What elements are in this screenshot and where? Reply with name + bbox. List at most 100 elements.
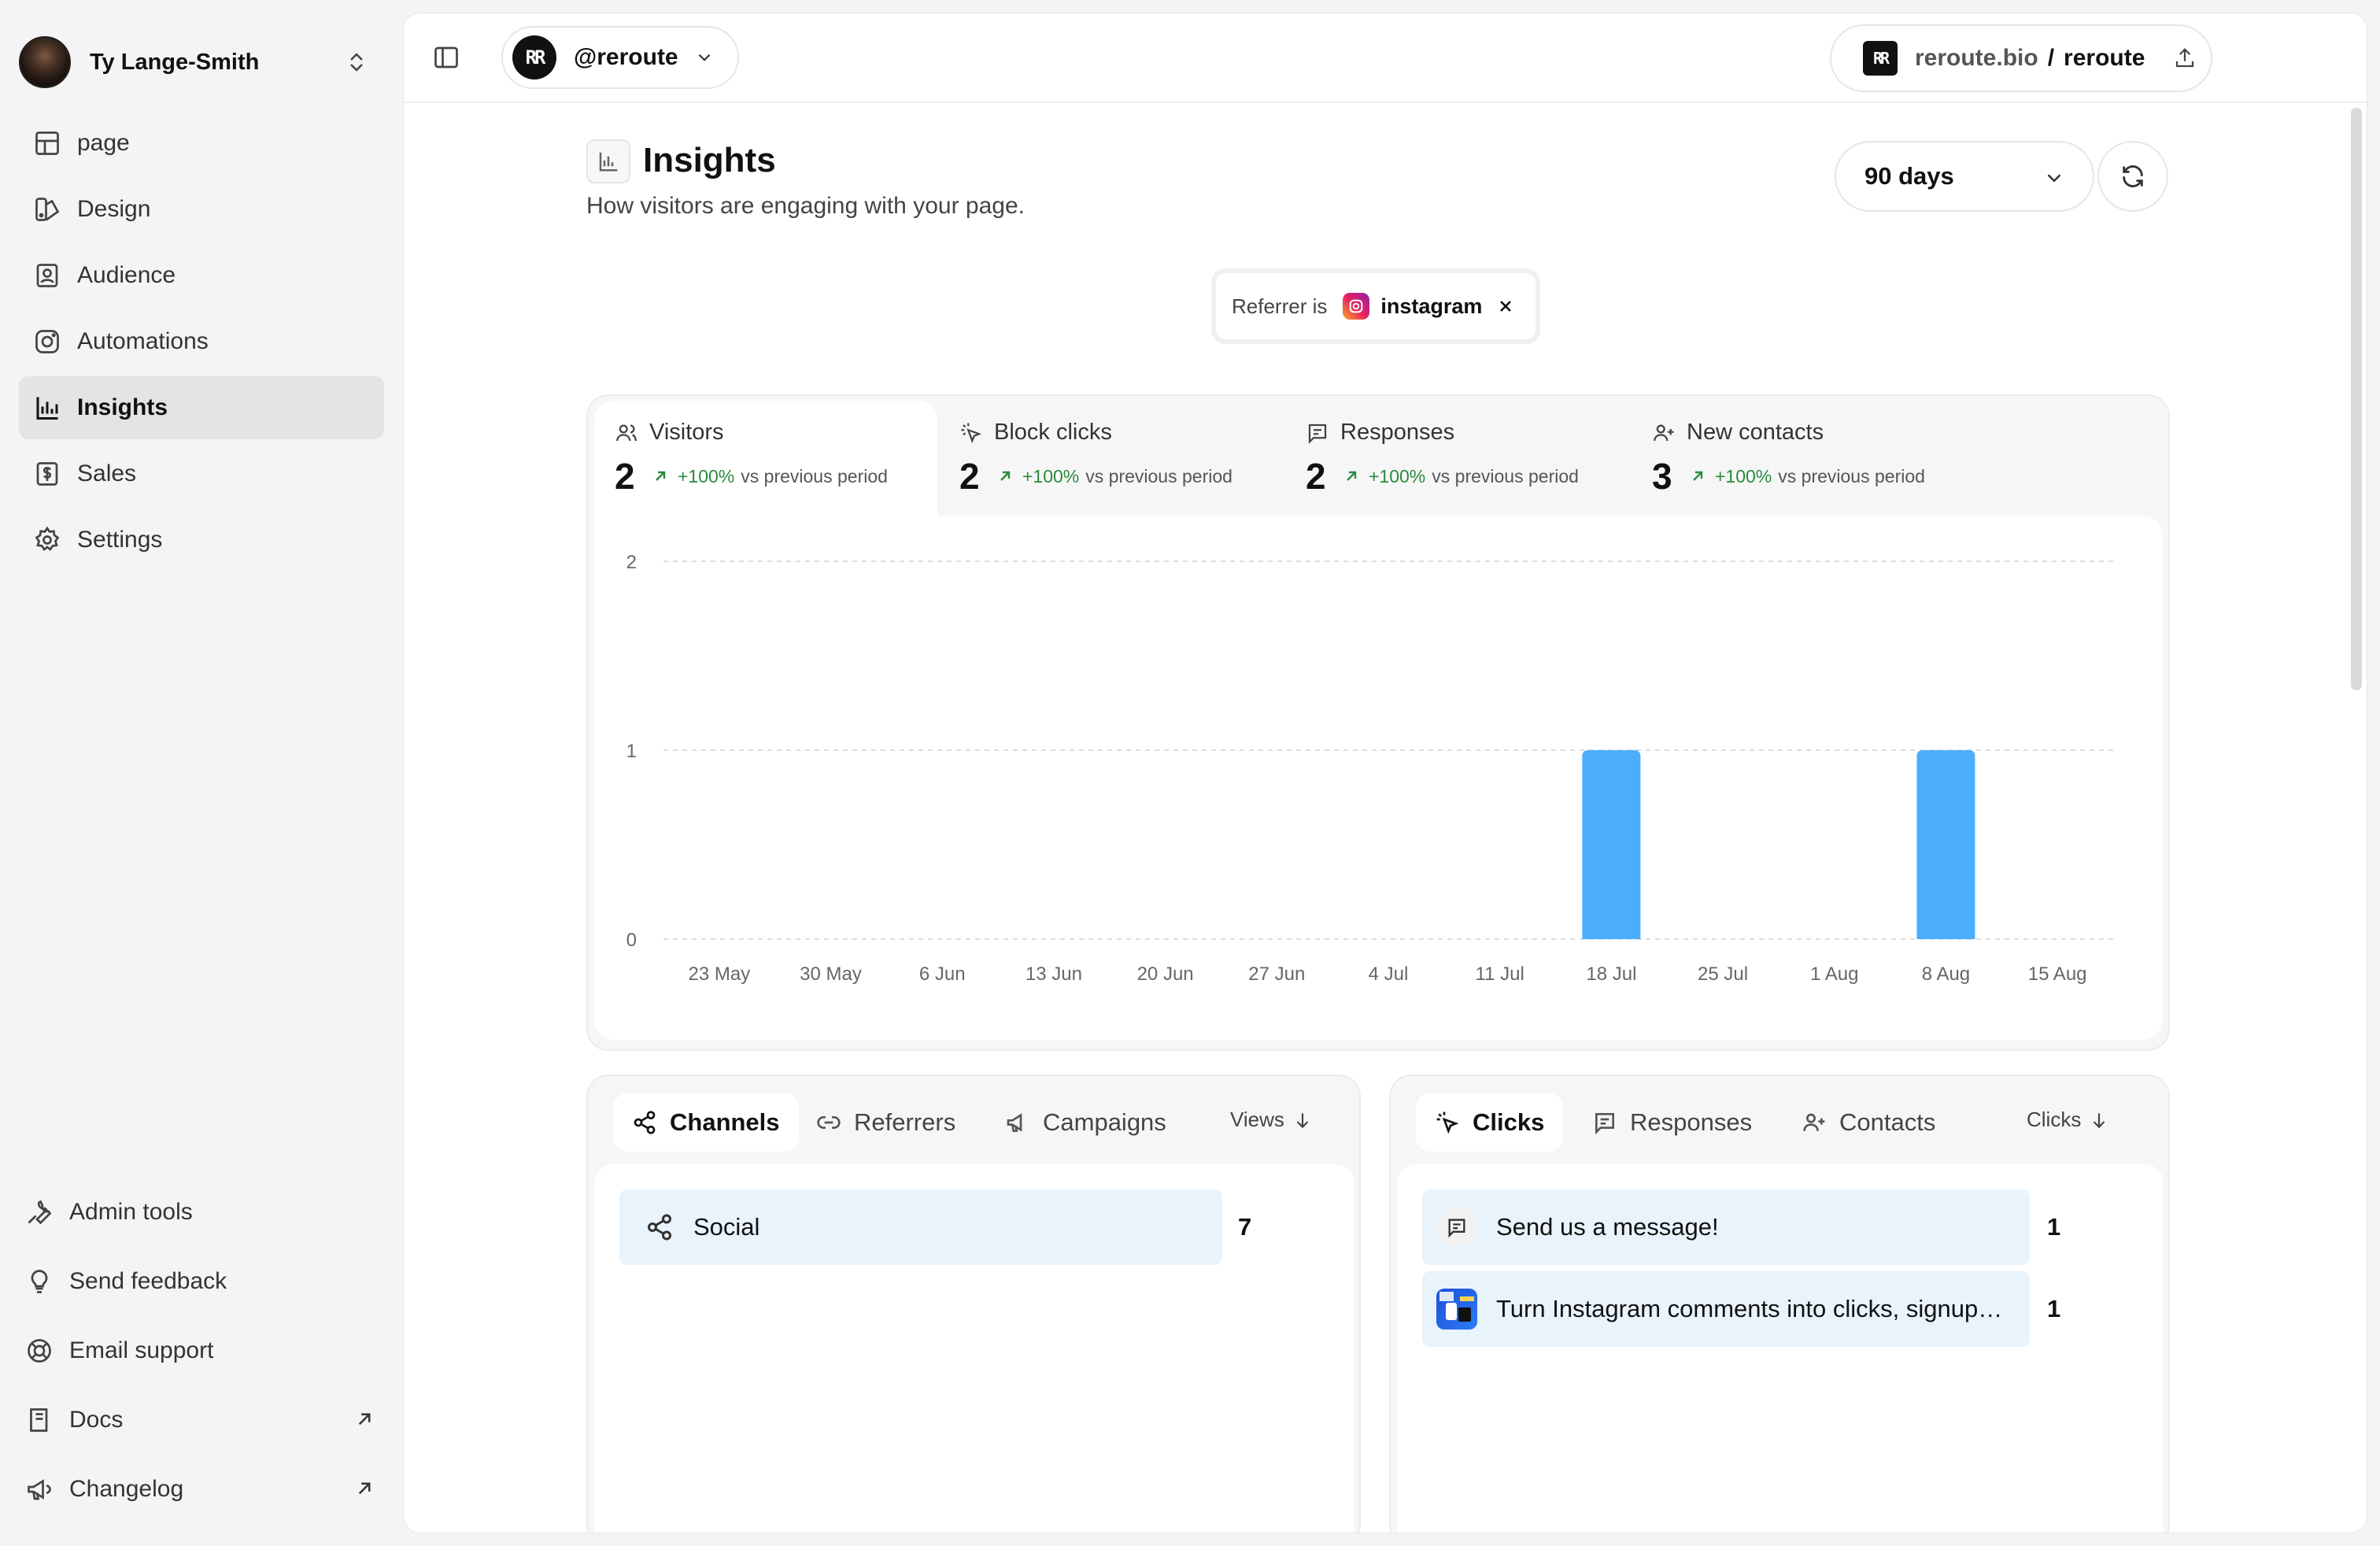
tab-label: Contacts [1839, 1108, 1936, 1136]
page-url-button[interactable]: RR reroute.bio / reroute [1830, 24, 2212, 92]
row-value: 1 [2047, 1295, 2061, 1322]
trend-up-icon [1000, 471, 1011, 481]
list-item[interactable]: Social 7 [619, 1189, 1328, 1265]
filter-label: Referrer is [1232, 294, 1328, 318]
tab-visitors[interactable]: Visitors 2 +100% vs previous period [594, 401, 937, 516]
sidebar-footer: Admin tools Send feedback Email support … [19, 1178, 384, 1524]
list-item[interactable]: Send us a message! 1 [1422, 1189, 2131, 1265]
sidebar-item-page[interactable]: page [19, 112, 384, 175]
sidebar-item-label: page [77, 130, 130, 156]
main-panel: RR @reroute RR reroute.bio / reroute Ins… [403, 13, 2367, 1533]
metric-compare: vs previous period [741, 465, 888, 486]
send-feedback-link[interactable]: Send feedback [19, 1247, 384, 1316]
row-label: Send us a message! [1496, 1213, 1719, 1241]
email-support-link[interactable]: Email support [19, 1316, 384, 1385]
row-value: 7 [1238, 1213, 1252, 1241]
sort-clicks-button[interactable]: Clicks [2027, 1108, 2109, 1132]
page-subtitle: How visitors are engaging with your page… [586, 193, 1025, 219]
refresh-icon [2123, 165, 2143, 187]
external-link-icon [358, 1482, 371, 1495]
referrer-filter-chip[interactable]: Referrer is instagram [1211, 268, 1540, 344]
x-tick-label: 18 Jul [1586, 963, 1636, 985]
tab-clicks[interactable]: Clicks [1416, 1093, 1564, 1152]
users-icon [616, 424, 637, 441]
insights-header-icon [586, 139, 630, 183]
metric-label: New contacts [1687, 420, 1824, 445]
brand-logo-square: RR [1863, 41, 1898, 76]
sidebar-item-label: Sales [77, 460, 137, 486]
user-plus-icon [1654, 424, 1674, 441]
sidebar-item-insights[interactable]: Insights [19, 376, 384, 439]
x-tick-label: 13 Jun [1026, 963, 1082, 985]
changelog-link[interactable]: Changelog [19, 1455, 384, 1524]
sidebar: Ty Lange-Smith page Design Audience Auto… [0, 0, 403, 1546]
metrics-card: Visitors 2 +100% vs previous period Bloc… [586, 394, 2170, 1051]
scrollbar[interactable] [2351, 108, 2362, 690]
metric-delta: +100% [678, 465, 735, 486]
sort-label: Clicks [2027, 1108, 2082, 1131]
megaphone-icon [28, 1479, 51, 1500]
send-feedback-label: Send feedback [69, 1268, 227, 1294]
x-tick-label: 11 Jul [1476, 963, 1524, 985]
metric-compare: vs previous period [1432, 465, 1579, 486]
admin-tools-link[interactable]: Admin tools [19, 1178, 384, 1247]
close-icon[interactable] [1496, 297, 1515, 316]
y-tick-label: 2 [626, 552, 637, 573]
arrow-down-icon [1296, 1112, 1309, 1128]
chevron-down-icon [2047, 174, 2061, 183]
sidebar-item-settings[interactable]: Settings [19, 509, 384, 571]
tab-campaigns[interactable]: Campaigns [986, 1093, 1185, 1152]
tab-label: Responses [1630, 1108, 1753, 1136]
sidebar-item-label: Settings [77, 527, 163, 553]
sidebar-toggle-icon[interactable] [432, 43, 460, 72]
wrench-icon [28, 1200, 52, 1225]
date-range-select[interactable]: 90 days [1835, 141, 2094, 212]
palette-icon [35, 198, 60, 221]
x-tick-label: 8 Aug [1922, 963, 1970, 985]
x-tick-label: 6 Jun [919, 963, 966, 985]
x-tick-label: 27 Jun [1248, 963, 1305, 985]
bar-chart-icon [36, 397, 58, 420]
tab-label: Referrers [854, 1108, 956, 1136]
click-icon [1436, 1111, 1459, 1134]
app-root: Ty Lange-Smith page Design Audience Auto… [0, 0, 2380, 1546]
account-switcher[interactable]: RR @reroute [501, 26, 739, 89]
date-range-value: 90 days [1864, 162, 1954, 190]
x-tick-label: 23 May [688, 963, 750, 985]
list-item[interactable]: Turn Instagram comments into clicks, sig… [1422, 1271, 2131, 1347]
metric-label: Visitors [649, 420, 724, 445]
tab-new-contacts[interactable]: New contacts 3 +100% vs previous period [1632, 401, 1978, 516]
x-tick-label: 1 Aug [1810, 963, 1858, 985]
sort-views-button[interactable]: Views [1230, 1108, 1313, 1132]
tab-channels[interactable]: Channels [613, 1093, 799, 1152]
external-link-icon [358, 1413, 371, 1426]
docs-link[interactable]: Docs [19, 1385, 384, 1455]
sidebar-item-sales[interactable]: Sales [19, 442, 384, 505]
trend-up-icon [1347, 471, 1357, 481]
lifebuoy-icon [28, 1339, 51, 1363]
link-icon [817, 1116, 841, 1129]
account-handle: @reroute [574, 44, 678, 70]
sidebar-item-automations[interactable]: Automations [19, 310, 384, 373]
refresh-button[interactable] [2097, 141, 2168, 212]
x-tick-label: 30 May [800, 963, 862, 985]
book-icon [30, 1408, 48, 1432]
tab-responses-list[interactable]: Responses [1573, 1093, 1771, 1152]
sidebar-item-design[interactable]: Design [19, 178, 384, 241]
tab-referrers[interactable]: Referrers [797, 1093, 974, 1152]
tab-contacts[interactable]: Contacts [1783, 1093, 1954, 1152]
tab-block-clicks[interactable]: Block clicks 2 +100% vs previous period [939, 401, 1285, 516]
metric-compare: vs previous period [1085, 465, 1232, 486]
x-tick-label: 15 Aug [2028, 963, 2087, 985]
sidebar-item-label: Design [77, 196, 151, 222]
metric-value: 3 [1652, 456, 1672, 497]
message-icon [1436, 1207, 1477, 1248]
tab-responses[interactable]: Responses 2 +100% vs previous period [1285, 401, 1632, 516]
instagram-icon [35, 330, 59, 353]
sidebar-item-audience[interactable]: Audience [19, 244, 384, 307]
chart-bar [1582, 750, 1641, 939]
brand-logo: RR [512, 35, 556, 80]
sidebar-nav: page Design Audience Automations Insight… [19, 112, 384, 575]
workspace-switcher[interactable]: Ty Lange-Smith [19, 36, 381, 88]
clicks-list: Send us a message! 1 Turn Instagram comm… [1397, 1164, 2164, 1533]
